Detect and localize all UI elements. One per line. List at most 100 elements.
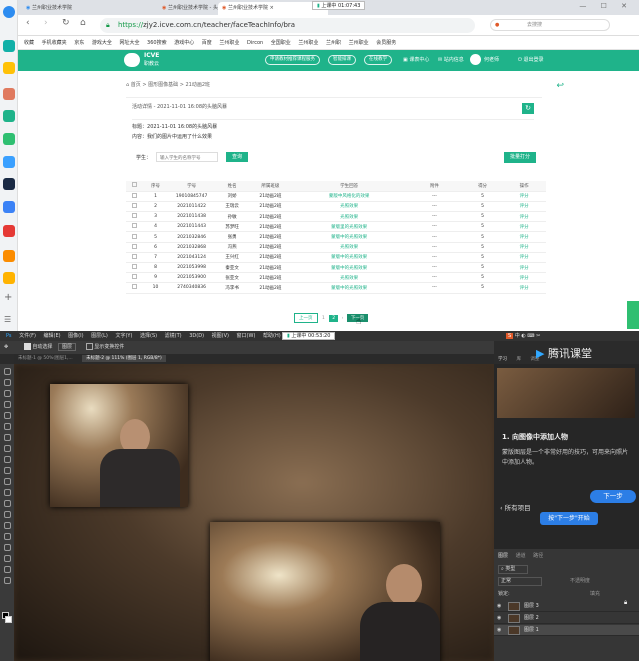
sidebar-app-icon[interactable] <box>3 201 15 213</box>
bookmark-item[interactable]: 游戏大全 <box>92 36 112 49</box>
menu-window[interactable]: 窗口(W) <box>237 333 256 339</box>
breadcrumb[interactable]: ⌂ 首页 > 图形图像基础 > 21动画2班 <box>126 81 210 88</box>
sidebar-app-icon[interactable] <box>3 250 15 262</box>
refresh-icon[interactable]: ↻ <box>62 18 70 28</box>
score-link[interactable]: 评分 <box>502 262 546 274</box>
bookmark-item[interactable]: 京东 <box>74 36 84 49</box>
gradient-tool-icon[interactable] <box>3 489 11 496</box>
menu-view[interactable]: 视图(V) <box>212 333 229 339</box>
opacity-label[interactable]: 不透明度 <box>570 577 590 584</box>
doc-tab-2[interactable]: 未标题-2 @ 111% (图层 1, RGB/8*) <box>82 355 166 362</box>
auto-select-checkbox[interactable] <box>23 343 31 350</box>
score-link[interactable]: 评分 <box>502 242 546 253</box>
brush-tool-icon[interactable] <box>3 445 11 452</box>
type-tool-icon[interactable] <box>3 533 11 540</box>
forward-icon[interactable]: › <box>44 18 48 28</box>
chevron-right-icon[interactable]: › <box>340 315 346 322</box>
eyedropper-tool-icon[interactable] <box>3 423 11 430</box>
panel-tab-paths[interactable]: 路径 <box>533 553 543 559</box>
refresh-button[interactable]: ↻ <box>522 103 534 114</box>
select-all-checkbox[interactable] <box>126 181 144 192</box>
crop-tool-icon[interactable] <box>3 412 11 419</box>
row-checkbox[interactable] <box>126 211 144 223</box>
page-1[interactable]: 1 <box>319 315 328 322</box>
sidebar-app-icon[interactable] <box>3 225 15 237</box>
score-link[interactable]: 评分 <box>502 282 546 294</box>
return-icon[interactable]: ↩ <box>556 81 564 91</box>
bookmark-item[interactable]: 360搜索 <box>147 36 167 49</box>
bookmark-item[interactable]: 百度 <box>202 36 212 49</box>
layer-row-selected[interactable]: ◉ 图层 1 <box>494 625 639 636</box>
col-header[interactable]: 得分 <box>462 181 503 192</box>
bookmark-item[interactable]: 兰州职业 <box>349 36 369 49</box>
sidebar-app-icon[interactable] <box>3 178 15 190</box>
fill-label[interactable]: 填充 <box>590 590 600 597</box>
panel-tab-learn[interactable]: 学习 <box>498 357 507 362</box>
panel-tab-libraries[interactable]: 库 <box>516 357 521 362</box>
col-header[interactable]: 所属班级 <box>248 181 293 192</box>
menu-type[interactable]: 文字(Y) <box>115 333 132 339</box>
menu-3d[interactable]: 3D(D) <box>189 333 204 339</box>
score-link[interactable]: 评分 <box>502 231 546 243</box>
batch-score-button[interactable]: 批量打分 <box>504 152 536 163</box>
nav-timetable[interactable]: ▣ 课表中心 <box>403 56 429 63</box>
row-checkbox[interactable] <box>126 242 144 253</box>
history-brush-icon[interactable] <box>3 467 11 474</box>
row-checkbox[interactable] <box>126 272 144 284</box>
col-header[interactable]: 姓名 <box>215 181 249 192</box>
eye-icon[interactable]: ◉ <box>497 601 501 612</box>
window-controls[interactable]: — ☐ ✕ <box>579 2 633 10</box>
layer-row[interactable]: ◉ 图层 2 <box>494 613 639 624</box>
bookmark-item[interactable]: 全国职业 <box>271 36 291 49</box>
pen-tool-icon[interactable] <box>3 522 11 529</box>
eye-icon[interactable]: ◉ <box>497 613 501 624</box>
back-to-all-projects[interactable]: ‹ 所有项目 <box>500 502 531 512</box>
prev-page-button[interactable]: 上一页 <box>294 313 318 323</box>
sidebar-app-icon[interactable] <box>3 40 15 52</box>
layer-lock-icon[interactable]: 🔒︎ <box>624 599 627 607</box>
menu-select[interactable]: 选择(S) <box>140 333 157 339</box>
ps-canvas[interactable] <box>14 364 494 661</box>
tab-1[interactable]: ◉ 兰州职业技术学院 <box>22 2 122 15</box>
sidebar-app-icon[interactable] <box>3 272 15 284</box>
bookmark-item[interactable]: 兰州职业 <box>219 36 239 49</box>
mail-icon[interactable] <box>3 110 15 122</box>
add-icon[interactable]: + <box>4 292 12 303</box>
row-checkbox[interactable] <box>126 231 144 243</box>
sidebar-app-icon[interactable] <box>3 156 15 168</box>
row-checkbox[interactable] <box>126 221 144 233</box>
bookmark-item[interactable]: 兰州职 <box>326 36 341 49</box>
panel-tab-layers[interactable]: 图层 <box>498 553 508 559</box>
score-link[interactable]: 评分 <box>502 272 546 284</box>
eraser-tool-icon[interactable] <box>3 478 11 485</box>
menu-help[interactable]: 帮助(H) <box>263 333 281 339</box>
eye-icon[interactable]: ◉ <box>497 625 501 636</box>
menu-edit[interactable]: 编辑(E) <box>44 333 61 339</box>
blur-tool-icon[interactable] <box>3 500 11 507</box>
bookmark-item[interactable]: 手机收藏夹 <box>42 36 67 49</box>
floating-tool-icon[interactable] <box>627 301 639 329</box>
stamp-tool-icon[interactable] <box>3 456 11 463</box>
back-icon[interactable]: ‹ <box>26 18 30 28</box>
browser-search-box[interactable]: ● 去搜搜 <box>490 19 610 31</box>
row-checkbox[interactable] <box>126 191 144 202</box>
row-checkbox[interactable] <box>126 201 144 213</box>
search-button[interactable]: 查询 <box>226 152 248 162</box>
shape-tool-icon[interactable] <box>3 555 11 562</box>
bookmark-item[interactable]: 网址大全 <box>119 36 139 49</box>
input-method-icon[interactable]: S <box>506 333 514 339</box>
score-link[interactable]: 评分 <box>502 191 546 202</box>
col-header[interactable]: 学号 <box>167 181 216 192</box>
score-link[interactable]: 评分 <box>502 201 546 213</box>
url-field[interactable]: 🔒︎ https://zjy2.icve.com.cn/teacher/faceT… <box>100 18 475 33</box>
path-select-tool-icon[interactable] <box>3 544 11 551</box>
panel-tab-channels[interactable]: 通道 <box>516 553 526 559</box>
marquee-tool-icon[interactable] <box>3 379 11 386</box>
header-button-schedule[interactable]: 智能排课 <box>328 55 356 65</box>
zoom-tool-icon[interactable] <box>3 577 11 584</box>
row-checkbox[interactable] <box>126 282 144 294</box>
row-checkbox[interactable] <box>126 262 144 274</box>
move-tool-icon[interactable] <box>3 368 11 375</box>
student-search-input[interactable] <box>156 152 218 162</box>
bookmark-item[interactable]: 收藏 <box>24 36 34 49</box>
